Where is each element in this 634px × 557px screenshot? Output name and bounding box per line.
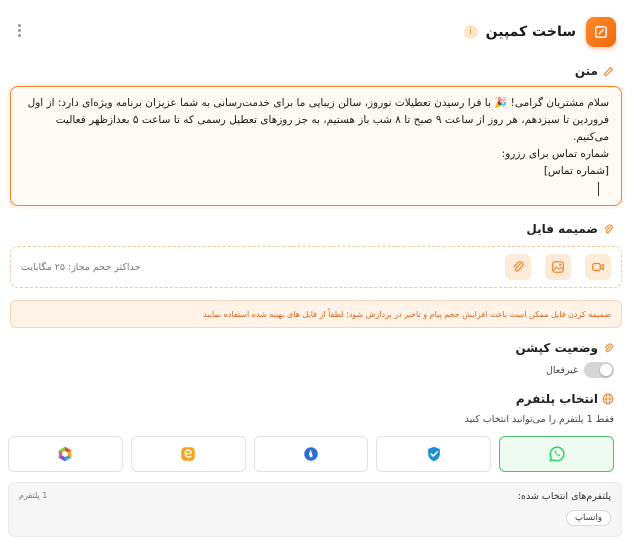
platform-bale[interactable] — [376, 436, 492, 472]
selected-platforms-count: 1 پلتفرم — [19, 491, 48, 500]
caption-label: وضعیت کپشن — [516, 341, 615, 355]
platform-soroush[interactable] — [253, 436, 369, 472]
text-cursor — [598, 182, 599, 196]
caption-toggle-label: غیرفعال — [546, 364, 578, 376]
more-menu-icon[interactable] — [18, 24, 21, 37]
globe-icon — [602, 393, 614, 405]
paperclip-icon — [602, 223, 614, 235]
rubika-icon — [59, 446, 72, 462]
caption-toggle[interactable] — [584, 362, 614, 378]
eitaa-icon — [181, 447, 195, 461]
header: ساخت کمپین i — [18, 10, 616, 54]
bale-icon — [427, 446, 440, 462]
selected-platforms-label: پلتفرم‌های انتخاب شده: — [517, 491, 611, 502]
video-icon — [592, 262, 604, 272]
platform-options — [8, 436, 614, 472]
platform-hint: فقط 1 پلتفرم را می‌توانید انتخاب کنید — [464, 414, 614, 425]
video-upload-button[interactable] — [585, 254, 611, 280]
soroush-icon — [304, 447, 318, 461]
file-upload-button[interactable] — [505, 254, 531, 280]
pencil-icon — [602, 65, 614, 77]
info-icon[interactable]: i — [463, 25, 478, 39]
platform-label: انتخاب پلتفرم — [516, 392, 614, 406]
message-textarea[interactable]: سلام مشتریان گرامی! 🎉 با فرا رسیدن تعطیل… — [10, 86, 622, 206]
whatsapp-icon — [548, 446, 565, 462]
file-dropzone[interactable]: حداکثر حجم مجاز: ۲۵ مگابایت — [10, 246, 622, 288]
attachment-label: ضمیمه فایل — [526, 222, 614, 236]
page-title: ساخت کمپین — [485, 24, 576, 40]
campaign-form: ساخت کمپین i متن سلام مشتریان گرامی! 🎉 ب… — [0, 0, 634, 557]
text-section-label: متن — [575, 64, 614, 78]
image-icon — [552, 261, 564, 273]
message-line: فروردین تا سیزدهم، هر روز از ساعت ۹ صبح … — [55, 114, 609, 126]
pencil-icon — [586, 17, 616, 47]
message-line: سلام مشتریان گرامی! 🎉 با فرا رسیدن تعطیل… — [27, 97, 609, 109]
caption-toggle-row: غیرفعال — [546, 362, 614, 378]
message-line: شماره تماس برای رزرو: — [501, 148, 609, 160]
selected-platforms-panel: پلتفرم‌های انتخاب شده: 1 پلتفرم واتساپ — [8, 482, 622, 537]
platform-eitaa[interactable] — [130, 436, 246, 472]
paperclip-icon — [513, 261, 524, 272]
paperclip-icon — [602, 342, 614, 354]
file-size-hint: حداکثر حجم مجاز: ۲۵ مگابایت — [21, 261, 141, 273]
message-line: می‌کنیم. — [572, 131, 609, 143]
message-line: [شماره تماس] — [543, 165, 609, 177]
image-upload-button[interactable] — [545, 254, 571, 280]
attachment-warning: ضمیمه کردن فایل ممکن است باعث افزایش حجم… — [10, 300, 622, 328]
selected-platform-chip[interactable]: واتساپ — [565, 510, 611, 526]
platform-rubika[interactable] — [8, 436, 123, 472]
platform-whatsapp[interactable] — [499, 436, 614, 472]
